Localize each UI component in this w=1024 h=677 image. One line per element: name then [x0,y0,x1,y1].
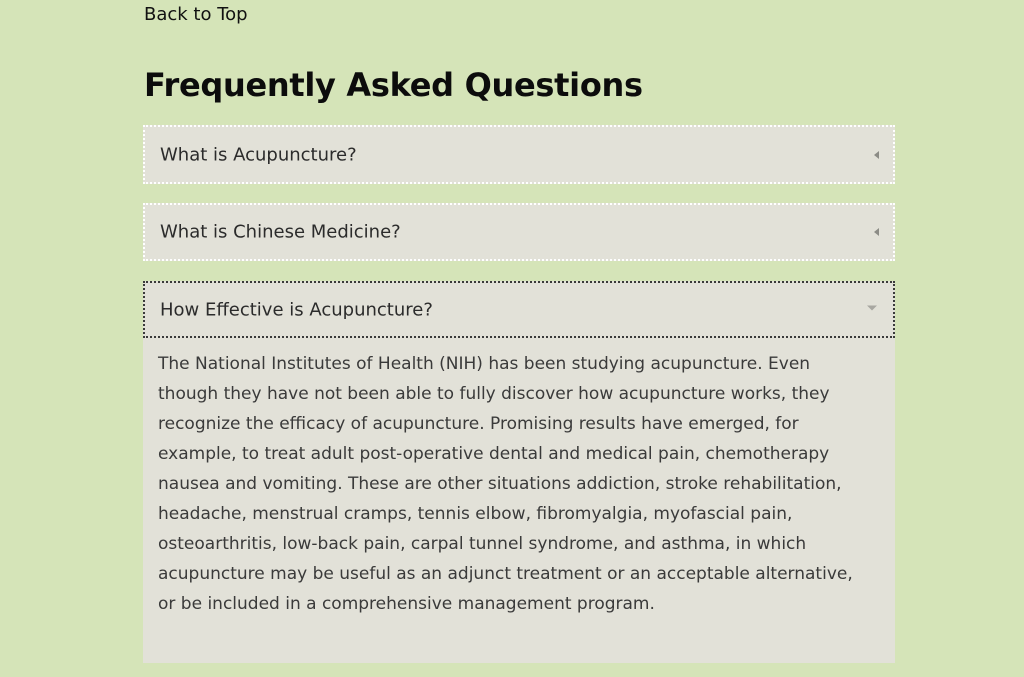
faq-answer-text: The National Institutes of Health (NIH) … [158,354,853,614]
caret-left-icon [874,150,879,159]
faq-heading: Frequently Asked Questions [144,66,643,104]
faq-question-label: How Effective is Acupuncture? [160,299,433,320]
faq-accordion: What is Acupuncture? What is Chinese Med… [143,125,895,663]
faq-question-label: What is Acupuncture? [160,144,357,165]
faq-question-label: What is Chinese Medicine? [160,221,401,243]
faq-item-how-effective-is-acupuncture[interactable]: How Effective is Acupuncture? [143,281,895,338]
back-to-top-link[interactable]: Back to Top [144,4,248,25]
caret-left-icon [874,228,879,236]
faq-item-what-is-chinese-medicine[interactable]: What is Chinese Medicine? [143,203,895,261]
page: Back to Top Frequently Asked Questions W… [0,0,1024,677]
faq-item-what-is-acupuncture[interactable]: What is Acupuncture? [143,125,895,184]
faq-answer-panel: The National Institutes of Health (NIH) … [143,338,895,663]
caret-down-icon [867,305,877,310]
